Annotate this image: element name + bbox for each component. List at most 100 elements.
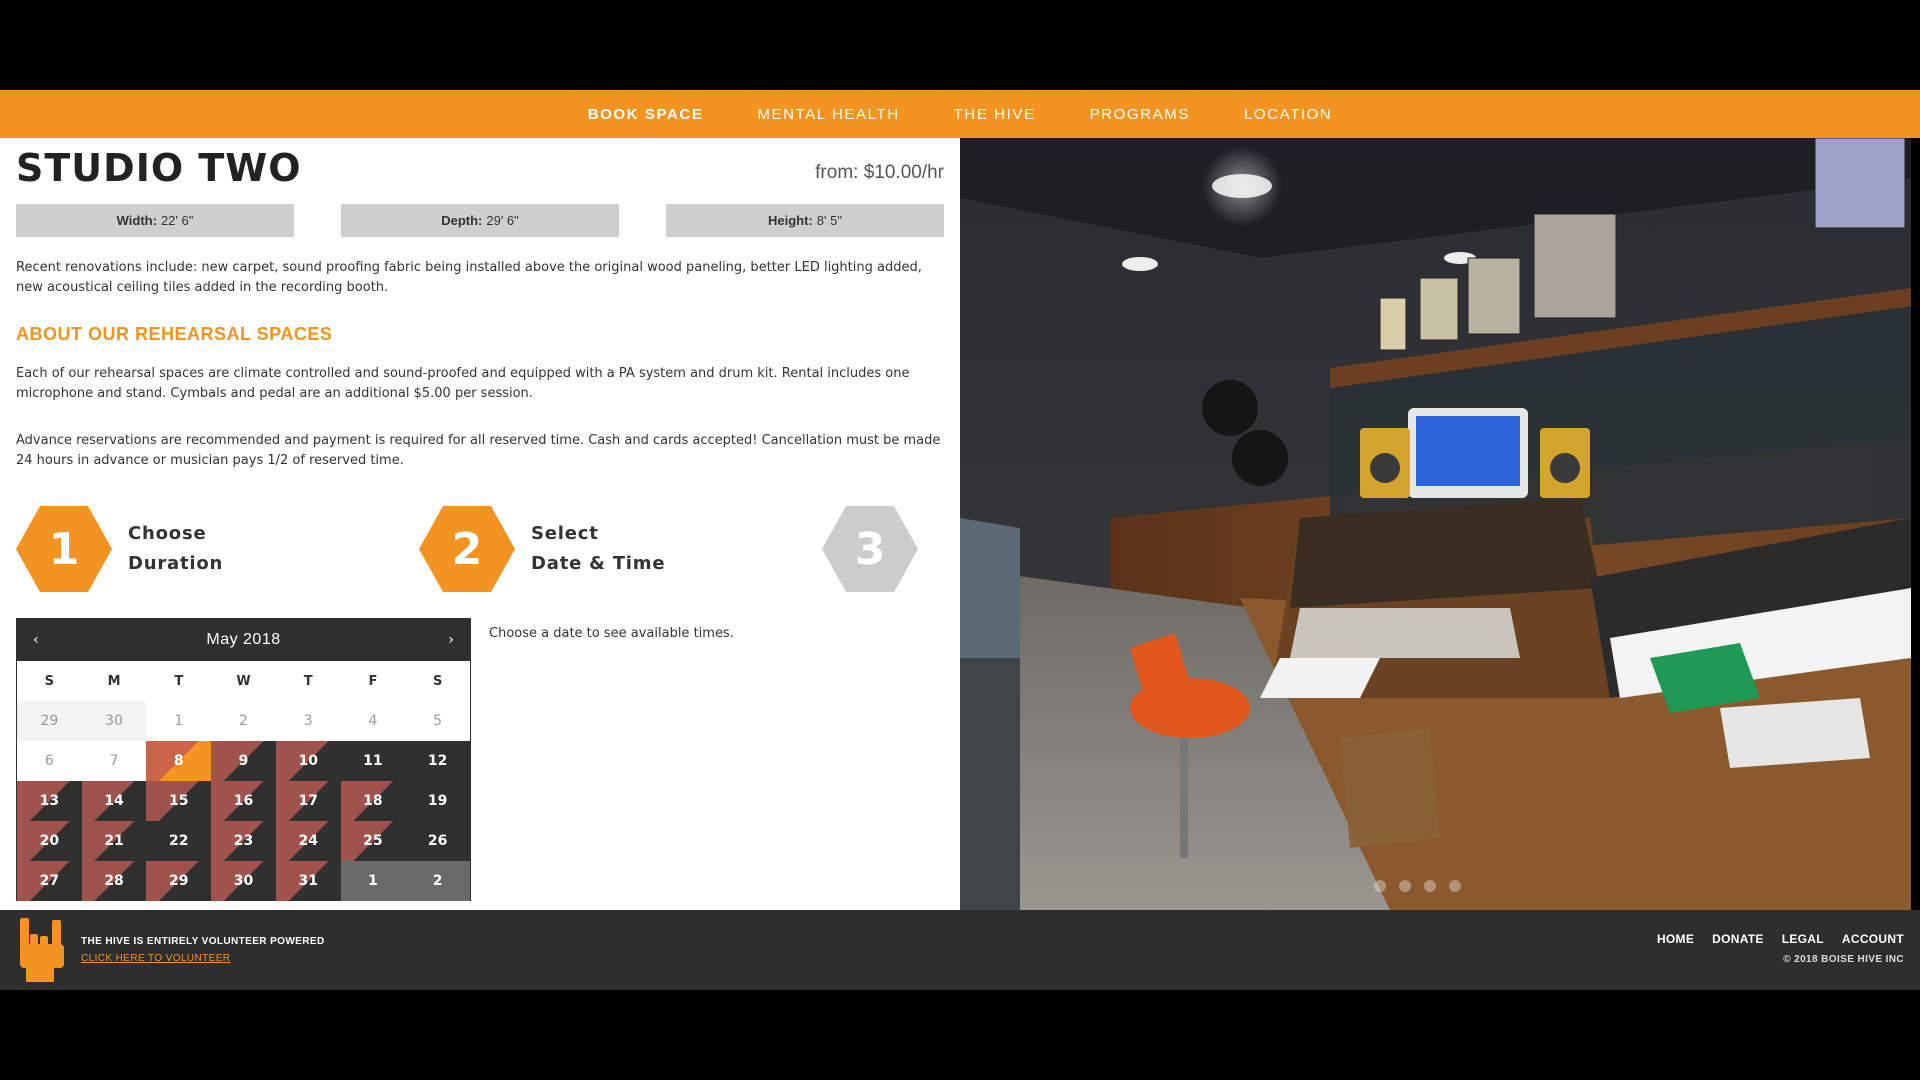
volunteer-link[interactable]: CLICK HERE TO VOLUNTEER (81, 953, 230, 964)
step-3[interactable]: 3 (822, 506, 918, 592)
calendar-day[interactable]: 11 (340, 741, 406, 781)
chevron-left-icon[interactable]: ‹ (33, 632, 39, 648)
weekday-label: T (303, 673, 313, 689)
site-footer: THE HIVE IS ENTIRELY VOLUNTEER POWERED C… (0, 910, 1920, 990)
calendar-day[interactable]: 25 (340, 821, 406, 861)
calendar-day-number: 3 (303, 713, 313, 729)
calendar-day[interactable]: 20 (17, 821, 82, 861)
calendar-day-number: 26 (427, 833, 448, 849)
nav-book-space[interactable]: BOOK SPACE (588, 106, 704, 123)
calendar-day[interactable]: 28 (81, 861, 147, 901)
calendar-day-number: 24 (298, 833, 318, 849)
calendar-day[interactable]: 26 (405, 821, 470, 861)
calendar-day-number: 2 (239, 713, 248, 729)
calendar-day-number: 12 (427, 753, 448, 769)
calendar-day-number: 31 (298, 873, 318, 889)
rock-hand-icon (20, 918, 64, 982)
calendar-day: 5 (405, 701, 470, 741)
calendar-day[interactable]: 19 (405, 781, 470, 821)
calendar-day-number: 11 (363, 753, 383, 769)
calendar-day[interactable]: 21 (81, 821, 147, 861)
nav-location[interactable]: LOCATION (1244, 106, 1332, 123)
calendar-day[interactable]: 24 (275, 821, 341, 861)
chevron-right-icon[interactable]: › (448, 632, 454, 648)
nav-programs[interactable]: PROGRAMS (1090, 106, 1190, 123)
nav-the-hive[interactable]: THE HIVE (954, 106, 1036, 123)
calendar-day-number: 5 (433, 713, 443, 729)
calendar-day-number: 20 (39, 833, 60, 849)
depth-value: 29' 6" (486, 213, 519, 228)
calendar-day[interactable]: 23 (211, 821, 276, 861)
nav-mental-health[interactable]: MENTAL HEALTH (757, 106, 899, 123)
weekday-label: M (107, 673, 121, 689)
studio-photo (960, 138, 1911, 910)
calendar-day-number: 25 (363, 833, 383, 849)
calendar-day[interactable]: 29 (146, 861, 212, 901)
calendar-day-number: 17 (298, 793, 318, 809)
calendar-day-number: 6 (44, 753, 54, 769)
renovations-text: Recent renovations include: new carpet, … (16, 260, 922, 295)
price-label: from: $10.00/hr (815, 162, 944, 183)
calendar-day: 1 (146, 701, 212, 741)
step-2-label: Select Date & Time (531, 519, 665, 579)
calendar-day-number: 1 (368, 873, 378, 889)
calendar-day-number: 28 (104, 873, 124, 889)
calendar-day[interactable]: 31 (275, 861, 341, 901)
depth-box: Depth: 29' 6" (341, 204, 619, 237)
calendar-day-number: 14 (104, 793, 124, 809)
step-1-line1: Choose (128, 523, 207, 544)
calendar-day-number: 19 (427, 793, 448, 809)
weekday-label: F (368, 673, 378, 689)
calendar-day[interactable]: 10 (275, 741, 341, 781)
calendar-day-number: 8 (173, 753, 184, 769)
about-paragraph-2: Advance reservations are recommended and… (16, 433, 941, 468)
calendar-days: 29 30 1 2 3 4 5 6 7 8 9 10 11 12 13 14 15 16 17 18 19 20 21 22 2… (17, 701, 470, 901)
calendar-day[interactable]: 13 (17, 781, 82, 821)
step-1[interactable]: 1 Choose Duration (16, 506, 223, 592)
about-heading: ABOUT OUR REHEARSAL SPACES (16, 324, 333, 344)
step-2-line1: Select (531, 523, 599, 544)
height-value: 8' 5" (816, 213, 842, 228)
calendar-day: 29 (17, 701, 82, 741)
dimensions-bar: Width: 22' 6" Depth: 29' 6" Height: 8' 5" (16, 204, 944, 237)
calendar-day[interactable]: 2 (405, 861, 470, 901)
footer-link-donate[interactable]: DONATE (1712, 932, 1764, 946)
choose-date-message: Choose a date to see available times. (489, 626, 734, 641)
calendar-day-number: 13 (39, 793, 60, 809)
calendar-day[interactable]: 22 (146, 821, 212, 861)
depth-label: Depth: (441, 213, 483, 228)
calendar-day[interactable]: 12 (405, 741, 470, 781)
calendar-day[interactable]: 27 (17, 861, 82, 901)
footer-link-legal[interactable]: LEGAL (1782, 932, 1824, 946)
calendar-day: 7 (81, 741, 147, 781)
width-value: 22' 6" (160, 213, 194, 228)
calendar-day[interactable]: 14 (81, 781, 147, 821)
calendar-day: 2 (211, 701, 276, 741)
calendar-day-number: 23 (233, 833, 254, 849)
calendar-day[interactable]: 18 (340, 781, 406, 821)
page: BOOK SPACE MENTAL HEALTH THE HIVE PROGRA… (0, 0, 1920, 1080)
calendar-day[interactable]: 1 (340, 861, 406, 901)
weekday-label: W (236, 673, 251, 689)
calendar-day-number: 15 (169, 793, 189, 809)
footer-link-account[interactable]: ACCOUNT (1842, 932, 1904, 946)
calendar-day-number: 30 (233, 873, 254, 889)
calendar-day-number: 16 (233, 793, 254, 809)
calendar-day: 6 (17, 741, 82, 781)
calendar-day: 3 (275, 701, 341, 741)
footer-link-home[interactable]: HOME (1657, 932, 1694, 946)
calendar-day-number: 29 (169, 873, 189, 889)
step-1-hex: 1 (16, 506, 112, 592)
step-2-line2: Date & Time (531, 553, 666, 574)
main-nav: BOOK SPACE MENTAL HEALTH THE HIVE PROGRA… (0, 90, 1920, 138)
calendar-day[interactable]: 16 (211, 781, 276, 821)
calendar-day[interactable]: 30 (211, 861, 276, 901)
calendar-day[interactable]: 8 (146, 741, 212, 781)
calendar-day[interactable]: 17 (275, 781, 341, 821)
calendar-day[interactable]: 15 (146, 781, 212, 821)
height-box: Height: 8' 5" (666, 204, 944, 237)
calendar-weekdays: SMTWTFS (17, 661, 470, 701)
calendar-day[interactable]: 9 (211, 741, 276, 781)
calendar-day-number: 22 (169, 833, 189, 849)
step-2[interactable]: 2 Select Date & Time (419, 506, 665, 592)
